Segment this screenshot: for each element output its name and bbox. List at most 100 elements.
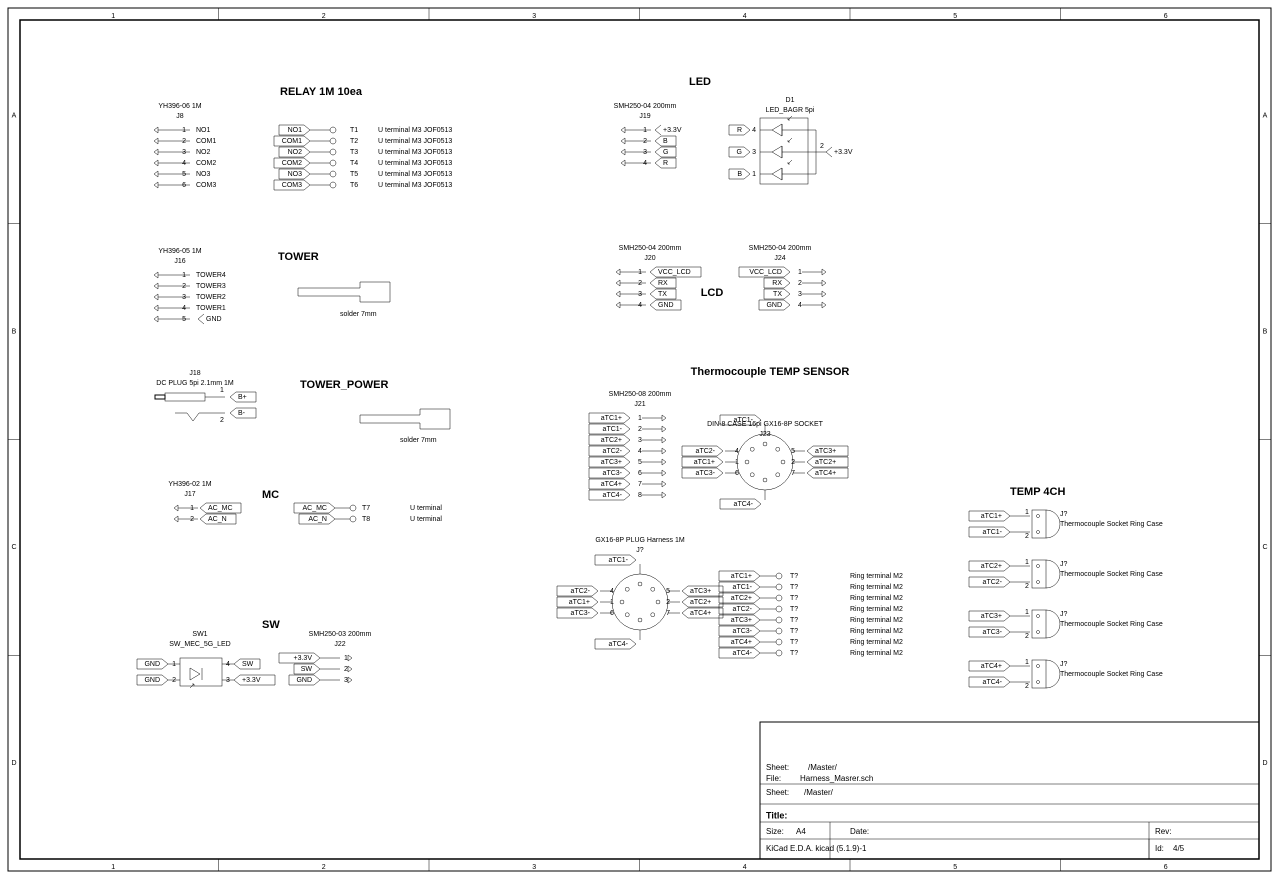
label: 1 (1025, 509, 1029, 516)
label: 2 (322, 13, 326, 20)
label: 4 (182, 305, 186, 312)
label: Ring terminal M2 (850, 617, 903, 624)
label: aTC4- (603, 492, 623, 499)
label: J? (1060, 611, 1068, 618)
label: Sheet: (766, 763, 789, 772)
label: NO2 (196, 149, 211, 156)
label: R (663, 160, 668, 167)
label: Thermocouple Socket Ring Case (1060, 571, 1163, 578)
label: U terminal (410, 505, 442, 512)
label: J? (1060, 561, 1068, 568)
label: Sheet: (766, 788, 789, 797)
label: aTC1+ (569, 599, 590, 606)
label: T5 (350, 171, 358, 178)
label: GND (296, 677, 312, 684)
label: SW (242, 661, 254, 668)
label: 7 (666, 610, 670, 617)
label: RX (772, 280, 782, 287)
label: 1 (638, 415, 642, 422)
label: 4 (638, 448, 642, 455)
label: T? (790, 650, 798, 657)
label: Ring terminal M2 (850, 595, 903, 602)
label: 4/5 (1173, 844, 1185, 853)
label: 3 (643, 149, 647, 156)
label: 3 (798, 291, 802, 298)
label: aTC2- (983, 579, 1003, 586)
label: YH396-02 1M (168, 481, 211, 488)
label: NO1 (196, 127, 211, 134)
label: 1 (190, 505, 194, 512)
label: 2 (798, 280, 802, 287)
label: 1 (638, 269, 642, 276)
label: aTC2+ (731, 595, 752, 602)
label: 1 (1025, 659, 1029, 666)
label: SMH250-04 200mm (614, 103, 677, 110)
label: AC_MC (302, 505, 327, 512)
label: 2 (820, 143, 824, 150)
label: COM2 (282, 160, 302, 167)
label: aTC1- (609, 557, 629, 564)
label: T? (790, 617, 798, 624)
label: Title: (766, 810, 787, 820)
label: 4 (735, 448, 739, 455)
label: Ring terminal M2 (850, 650, 903, 657)
label: aTC1- (734, 417, 754, 424)
label: B (1263, 328, 1268, 335)
label: TX (658, 291, 667, 298)
label: aTC4- (609, 641, 629, 648)
label: 5 (666, 588, 670, 595)
label: J20 (644, 255, 655, 262)
label: T? (790, 573, 798, 580)
label: aTC3- (571, 610, 591, 617)
label: TOWER4 (196, 272, 226, 279)
label: 1 (1025, 609, 1029, 616)
label: TOWER3 (196, 283, 226, 290)
label: 6 (610, 610, 614, 617)
label: J24 (774, 255, 785, 262)
label: AC_N (208, 516, 227, 523)
label: 1 (610, 599, 614, 606)
label: Size: (766, 827, 784, 836)
label: aTC4+ (690, 610, 711, 617)
label: aTC4+ (815, 470, 836, 477)
label: MC (262, 489, 279, 501)
label: U terminal M3 JOF0513 (378, 171, 452, 178)
label: aTC3+ (981, 613, 1002, 620)
label: aTC2- (733, 606, 753, 613)
label: U terminal (410, 516, 442, 523)
label: 1 (643, 127, 647, 134)
label: 6 (1164, 864, 1168, 871)
label: U terminal M3 JOF0513 (378, 182, 452, 189)
label: 3 (182, 294, 186, 301)
label: aTC1- (983, 529, 1003, 536)
label: aTC1+ (601, 415, 622, 422)
label: R (737, 127, 742, 134)
label: GND (206, 316, 222, 323)
label: aTC2+ (815, 459, 836, 466)
label: aTC4+ (981, 663, 1002, 670)
label: YH396-05 1M (158, 248, 201, 255)
label: 3 (638, 437, 642, 444)
label: 1 (111, 13, 115, 20)
label: LED_BAGR 5pi (766, 107, 815, 114)
label: U terminal M3 JOF0513 (378, 160, 452, 167)
label: aTC1+ (981, 513, 1002, 520)
label: Thermocouple Socket Ring Case (1060, 521, 1163, 528)
label: 2 (638, 280, 642, 287)
label: aTC4- (734, 501, 754, 508)
label: 1 (1025, 559, 1029, 566)
label: 2 (643, 138, 647, 145)
label: aTC1+ (694, 459, 715, 466)
label: T7 (362, 505, 370, 512)
label: COM1 (196, 138, 216, 145)
label: aTC2+ (981, 563, 1002, 570)
label: T8 (362, 516, 370, 523)
label: U terminal M3 JOF0513 (378, 149, 452, 156)
label: B- (238, 410, 246, 417)
label: GND (658, 302, 674, 309)
label: aTC3- (696, 470, 716, 477)
label: 3 (344, 677, 348, 684)
label: NO3 (288, 171, 303, 178)
label: Ring terminal M2 (850, 573, 903, 580)
label: 2 (638, 426, 642, 433)
